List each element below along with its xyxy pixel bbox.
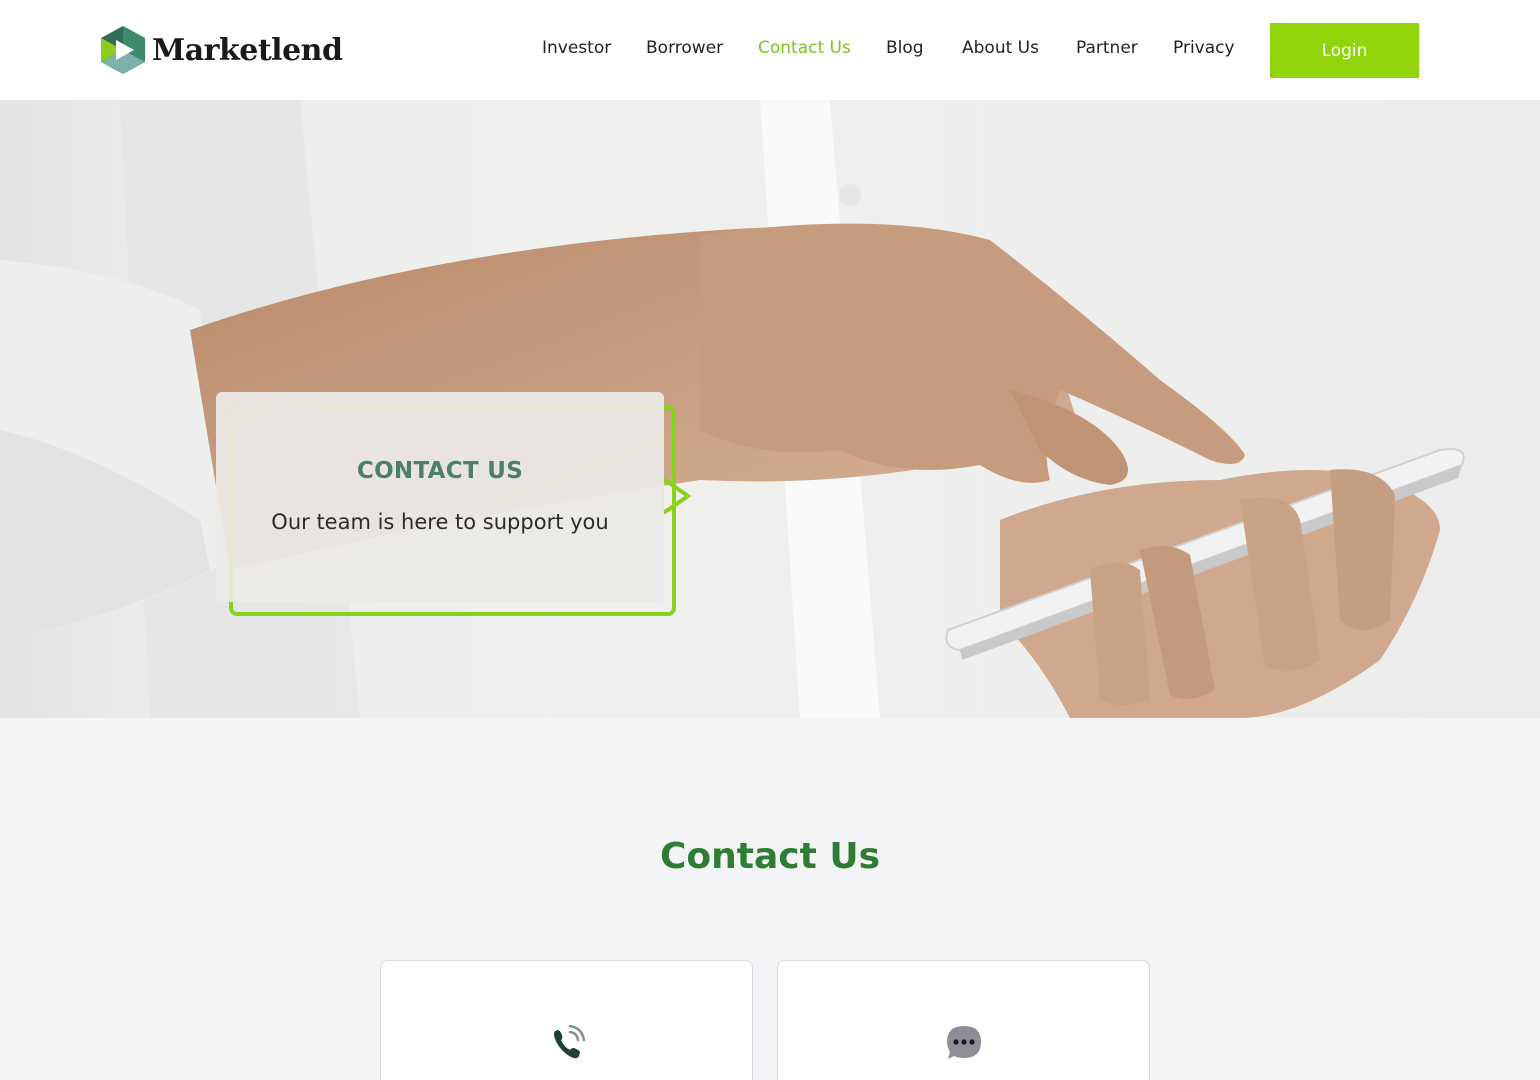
nav-item-partner[interactable]: Partner [1076, 38, 1138, 58]
speech-notch-icon [662, 478, 692, 514]
nav-item-investor[interactable]: Investor [542, 38, 611, 58]
phone-icon [553, 1024, 585, 1059]
site-header: Marketlend Investor Borrower Contact Us … [0, 0, 1540, 100]
nav-item-blog[interactable]: Blog [886, 38, 924, 58]
nav-item-about-us[interactable]: About Us [962, 38, 1039, 58]
chat-bubble-icon [946, 1026, 981, 1059]
nav-item-contact-us[interactable]: Contact Us [758, 38, 851, 58]
contact-card-phone[interactable] [380, 960, 753, 1080]
nav-item-privacy[interactable]: Privacy [1173, 38, 1235, 58]
nav-item-borrower[interactable]: Borrower [646, 38, 723, 58]
contact-section-title: Contact Us [659, 836, 881, 877]
hero-subtitle: Our team is here to support you [271, 510, 609, 534]
hero-banner: CONTACT US Our team is here to support y… [0, 100, 1540, 718]
login-button[interactable]: Login [1270, 23, 1419, 78]
contact-card-chat[interactable] [777, 960, 1150, 1080]
hero-card: CONTACT US Our team is here to support y… [216, 392, 664, 602]
hero-title: CONTACT US [356, 458, 524, 484]
